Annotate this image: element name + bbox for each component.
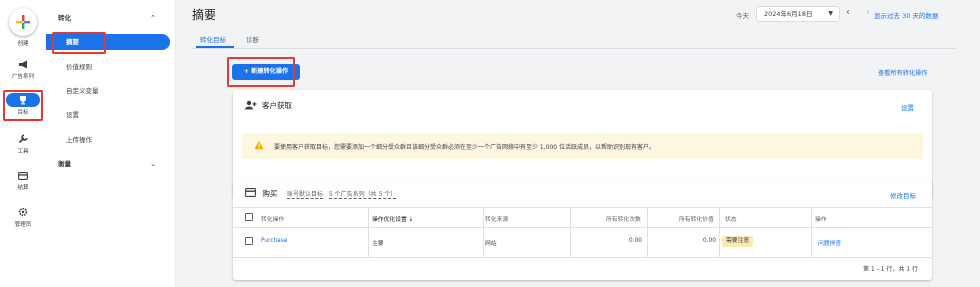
rail-item-billing[interactable]: 结算 xyxy=(0,172,46,191)
credit-card-icon xyxy=(245,188,256,197)
column-divider xyxy=(368,208,369,258)
row-checkbox[interactable] xyxy=(245,237,253,245)
row-conversion-action-link[interactable]: Purchase xyxy=(261,238,287,244)
caret-down-icon: ▼ xyxy=(828,10,833,17)
nav-item-uploads[interactable]: 上传操作 xyxy=(46,132,170,148)
customer-acquisition-title: 客户获取 xyxy=(262,101,292,110)
purchase-title: 购买 xyxy=(262,189,278,198)
pagination-label: 第 1 - 1 行，共 1 行 xyxy=(862,266,918,273)
rail-item-tools[interactable]: 工具 xyxy=(0,134,46,155)
settings-link[interactable]: 设置 xyxy=(901,102,914,112)
credit-card-icon xyxy=(18,172,28,180)
warning-icon xyxy=(254,140,264,150)
column-header-source[interactable]: 转化来源 xyxy=(485,214,508,223)
table-bottom-border xyxy=(233,257,932,258)
column-header-all-conversions[interactable]: 所有转化次数 xyxy=(606,214,641,223)
rail-label-campaigns: 广告系列 xyxy=(11,74,34,80)
select-all-checkbox[interactable] xyxy=(245,213,253,221)
nav-section-conversions[interactable]: 转化 ⌃ xyxy=(46,10,170,26)
create-label: 创建 xyxy=(17,41,29,47)
purchase-card: 购买 账号默认目标 5 个广告系列（共 5 个） 修改目标 转化操作 操作优化设… xyxy=(233,180,932,280)
row-all-conversions: 0.00 xyxy=(629,238,642,244)
chevron-up-icon: ⌃ xyxy=(150,14,156,22)
next-date-button[interactable]: › xyxy=(866,7,870,18)
wrench-icon xyxy=(18,134,28,144)
rail-label-admin: 管理员 xyxy=(14,222,32,228)
chevron-down-icon: ⌄ xyxy=(150,160,156,168)
create-button[interactable] xyxy=(9,8,37,36)
purchase-header: 购买 xyxy=(245,188,277,199)
column-divider xyxy=(811,208,812,258)
warning-text: 要使用客户获取目标，您需要添加一个细分受众群且该细分受众群必须在至少一个广告网络… xyxy=(274,144,655,151)
tabs-divider xyxy=(192,48,956,49)
table-header-border xyxy=(233,227,932,228)
rail-item-admin[interactable]: 管理员 xyxy=(0,207,46,228)
column-divider xyxy=(719,208,720,258)
column-header-conversion-action[interactable]: 转化操作 xyxy=(261,214,284,223)
nav-section-measurement[interactable]: 衡量 ⌄ xyxy=(46,156,170,172)
page-title: 摘要 xyxy=(192,8,217,22)
column-divider xyxy=(570,208,571,258)
column-header-all-value[interactable]: 所有转化价值 xyxy=(679,214,714,223)
column-header-status[interactable]: 状态 xyxy=(725,214,737,223)
view-all-conversions-link[interactable]: 查看所有转化操作 xyxy=(878,68,928,77)
nav-item-settings[interactable]: 设置 xyxy=(46,107,170,123)
new-button-highlight-box xyxy=(227,57,295,87)
nav-item-custom-variables[interactable]: 自定义变量 xyxy=(46,83,170,99)
rail-label-tools: 工具 xyxy=(17,149,29,155)
person-add-icon xyxy=(245,100,257,110)
summary-highlight-box xyxy=(52,32,106,54)
row-optimization: 主要 xyxy=(372,241,384,247)
today-label: 今天 xyxy=(736,12,749,20)
row-source: 网站 xyxy=(485,241,497,247)
rail-item-campaigns[interactable]: 广告系列 xyxy=(0,60,46,80)
column-header-optimization[interactable]: 操作优化设置 ↓ xyxy=(372,214,413,223)
megaphone-icon xyxy=(18,60,27,69)
customer-acquisition-header: 客户获取 xyxy=(245,100,292,111)
edit-goal-link[interactable]: 修改目标 xyxy=(890,190,916,200)
goals-highlight-box xyxy=(3,90,43,121)
main-content: 摘要 今天 2024年6月18日 ▼ ‹ › 显示过去 30 天的数据 转化目标… xyxy=(176,0,980,287)
date-value: 2024年6月18日 xyxy=(764,10,813,18)
plus-icon xyxy=(16,15,30,29)
warning-banner: 要使用客户获取目标，您需要添加一个细分受众群且该细分受众群必须在至少一个广告网络… xyxy=(242,133,923,159)
show-last-30-days-link[interactable]: 显示过去 30 天的数据 xyxy=(874,10,938,20)
row-all-value: 0.00 xyxy=(703,238,716,244)
status-badge: 需要注意 xyxy=(722,236,754,247)
purchase-subtitle: 账号默认目标 5 个广告系列（共 5 个） xyxy=(287,189,397,199)
nav-item-value-rules[interactable]: 价值规则 xyxy=(46,59,170,75)
campaign-count[interactable]: 5 个广告系列（共 5 个） xyxy=(328,191,397,199)
nav-section-measure-label: 衡量 xyxy=(58,160,71,168)
table-top-border xyxy=(233,207,932,208)
column-divider xyxy=(647,208,648,258)
date-range-picker[interactable]: 2024年6月18日 ▼ xyxy=(756,6,840,22)
tab-diagnostics[interactable]: 诊断 xyxy=(246,34,259,44)
rail-label-billing: 结算 xyxy=(17,185,29,191)
account-default-goal[interactable]: 账号默认目标 xyxy=(287,191,324,199)
prev-date-button[interactable]: ‹ xyxy=(846,7,850,18)
gear-icon xyxy=(18,207,28,217)
troubleshoot-link[interactable]: 问题排查 xyxy=(818,238,841,247)
tab-conversion-goals[interactable]: 转化目标 xyxy=(200,34,226,44)
nav-section-label: 转化 xyxy=(58,14,71,22)
column-divider xyxy=(483,208,484,258)
left-rail: 创建 广告系列 目标 工具 结算 管理员 xyxy=(0,0,46,287)
column-header-operation[interactable]: 操作 xyxy=(815,214,827,223)
